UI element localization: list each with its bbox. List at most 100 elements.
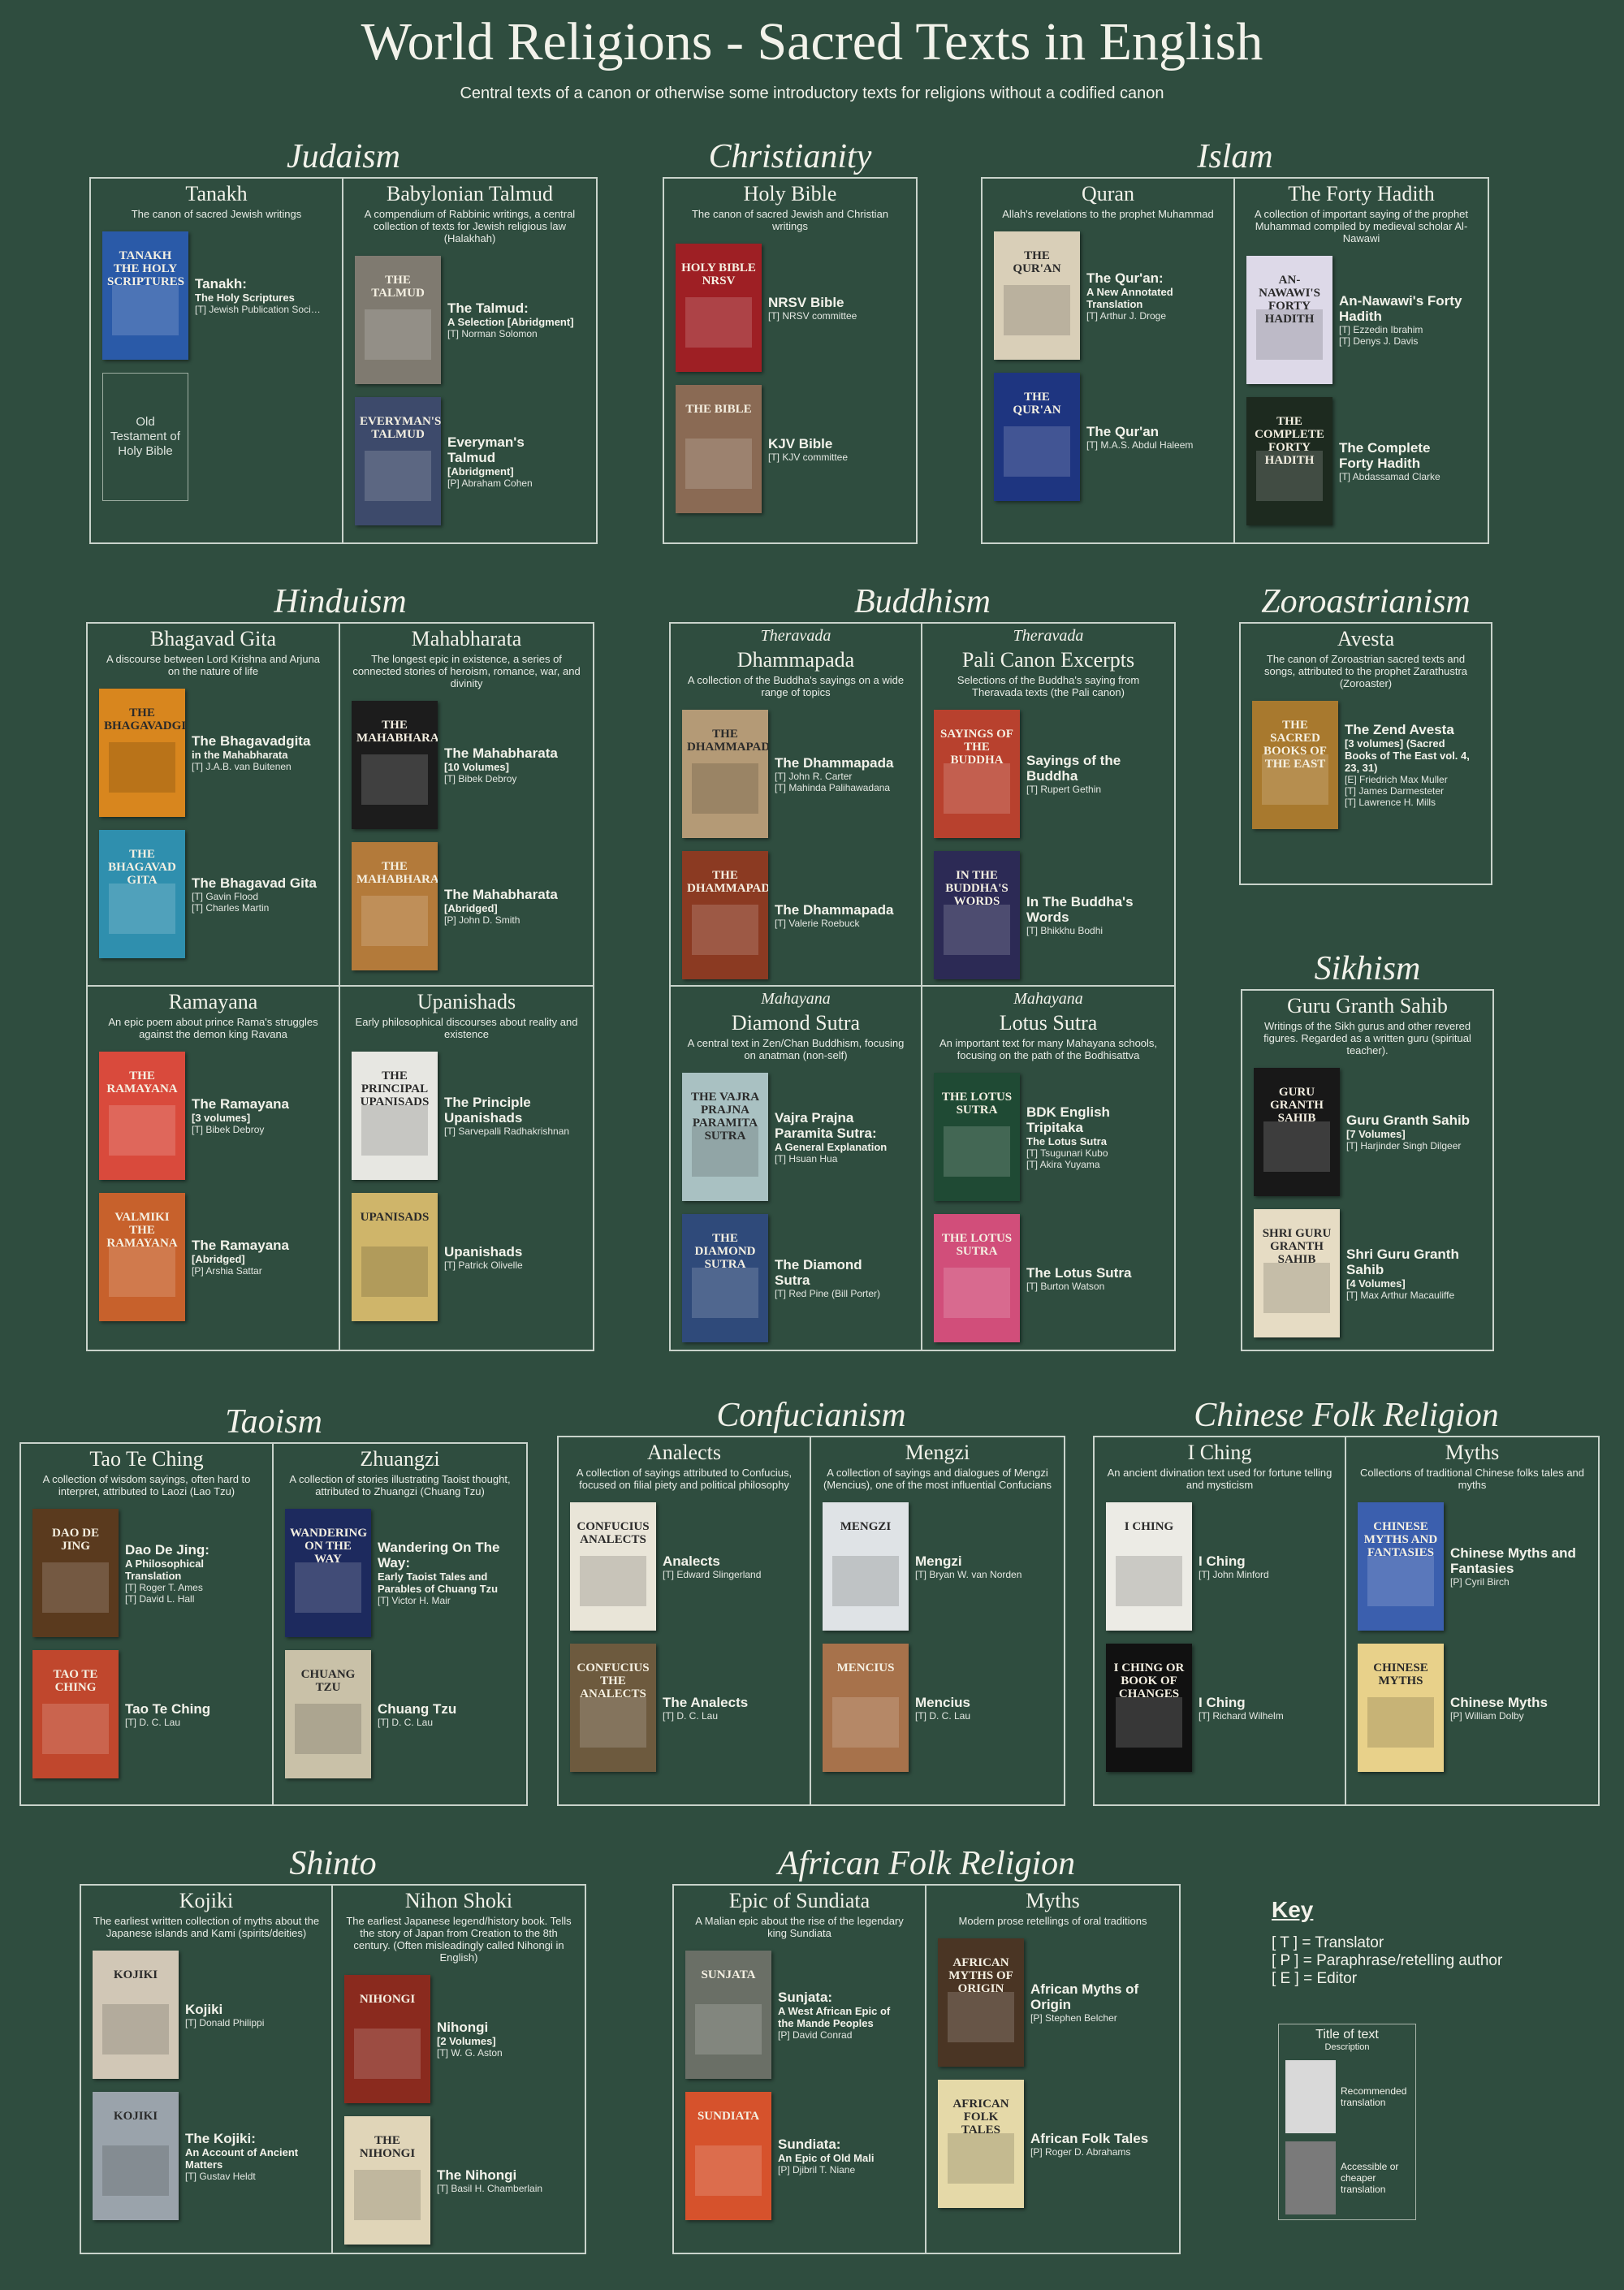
book-cover[interactable]: Sundiata bbox=[685, 2092, 771, 2220]
book-cover[interactable]: Guru Granth Sahib bbox=[1254, 1068, 1340, 1196]
book-cover[interactable]: The Lotus Sutra bbox=[934, 1073, 1020, 1201]
book-title[interactable]: Chuang Tzu bbox=[378, 1701, 505, 1717]
book-title[interactable]: Analects bbox=[663, 1553, 788, 1569]
book-title[interactable]: The Dhammapada bbox=[775, 902, 900, 918]
book-cover[interactable]: Wandering on the Way bbox=[285, 1509, 371, 1637]
book-title[interactable]: Chinese Myths bbox=[1450, 1695, 1577, 1710]
book-cover[interactable]: Everyman's Talmud bbox=[355, 397, 441, 525]
book-title[interactable]: KJV Bible bbox=[768, 436, 895, 452]
book-title[interactable]: Sunjata: bbox=[778, 1990, 904, 2005]
book-title[interactable]: I Ching bbox=[1199, 1553, 1324, 1569]
book-cover[interactable]: In the Buddha's Words bbox=[934, 851, 1020, 979]
book-title[interactable]: Mencius bbox=[915, 1695, 1043, 1710]
book-title[interactable]: Tanakh: bbox=[195, 276, 321, 292]
book-cover[interactable]: African Folk Tales bbox=[938, 2080, 1024, 2208]
book-title[interactable]: The Ramayana bbox=[192, 1238, 317, 1253]
book-title[interactable]: Chinese Myths and Fantasies bbox=[1450, 1545, 1577, 1576]
book-cover[interactable]: An-Nawawi's Forty Hadith bbox=[1246, 256, 1332, 384]
book-title[interactable]: An-Nawawi's Forty Hadith bbox=[1339, 293, 1466, 324]
book-cover[interactable]: I Ching or book of changes bbox=[1106, 1644, 1192, 1772]
book-cover[interactable]: Tao Te Ching bbox=[32, 1650, 119, 1778]
book-cover[interactable]: Mengzi bbox=[823, 1502, 909, 1631]
book-title[interactable]: BDK English Tripitaka bbox=[1026, 1104, 1153, 1135]
book-cover[interactable]: The Lotus Sutra bbox=[934, 1214, 1020, 1342]
book-cover[interactable]: Chuang Tzu bbox=[285, 1650, 371, 1778]
book-cover[interactable]: The Dhammapada bbox=[682, 710, 768, 838]
book-cover[interactable]: The Bhagavadgita bbox=[99, 689, 185, 817]
book-cover[interactable]: I Ching bbox=[1106, 1502, 1192, 1631]
book-cover[interactable]: The Principal Upanisads bbox=[352, 1052, 438, 1180]
book-title[interactable]: Dao De Jing: bbox=[125, 1542, 251, 1558]
book-title[interactable]: The Analects bbox=[663, 1695, 788, 1710]
book-title[interactable]: The Talmud: bbox=[447, 300, 575, 316]
book-cover[interactable]: The Bhagavad Gita bbox=[99, 830, 185, 958]
book-title[interactable]: The Mahabharata bbox=[444, 887, 572, 902]
book-title[interactable]: The Qur'an bbox=[1086, 424, 1212, 439]
book-title[interactable]: The Diamond Sutra bbox=[775, 1257, 900, 1288]
book-title[interactable]: The Zend Avesta bbox=[1345, 722, 1470, 737]
book-cover[interactable]: Holy Bible NRSV bbox=[676, 244, 762, 372]
book-cover[interactable]: The Nihongi bbox=[344, 2116, 430, 2245]
book-title[interactable]: The Bhagavad Gita bbox=[192, 875, 317, 891]
book-cover[interactable]: Dao De Jing bbox=[32, 1509, 119, 1637]
religion-title: Taoism bbox=[225, 1403, 322, 1441]
book-title[interactable]: NRSV Bible bbox=[768, 295, 895, 310]
book-cover[interactable]: Upanisads bbox=[352, 1193, 438, 1321]
book-cover[interactable]: The Mahabharata bbox=[352, 701, 438, 829]
book-title[interactable]: Shri Guru Granth Sahib bbox=[1346, 1247, 1471, 1277]
book-cover[interactable]: Kojiki bbox=[93, 2092, 179, 2220]
book-title[interactable]: Sundiata: bbox=[778, 2137, 904, 2152]
book-title[interactable]: Upanishads bbox=[444, 1244, 572, 1260]
book-cover[interactable]: Chinese Myths bbox=[1358, 1644, 1444, 1772]
book-cover[interactable]: Sunjata bbox=[685, 1951, 771, 2079]
book-cover[interactable]: Confucius The Analects bbox=[570, 1644, 656, 1772]
book-title[interactable]: Kojiki bbox=[185, 2002, 310, 2017]
book-title[interactable]: Tao Te Ching bbox=[125, 1701, 251, 1717]
book-title[interactable]: Wandering On The Way: bbox=[378, 1540, 505, 1571]
book-cover[interactable]: The Dhammapada bbox=[682, 851, 768, 979]
book-cover[interactable]: The Diamond Sutra bbox=[682, 1214, 768, 1342]
book-title[interactable]: The Mahabharata bbox=[444, 745, 572, 761]
book-cover[interactable]: Valmiki The Ramayana bbox=[99, 1193, 185, 1321]
book-cover[interactable]: Confucius Analects bbox=[570, 1502, 656, 1631]
book-title[interactable]: Guru Granth Sahib bbox=[1346, 1113, 1471, 1128]
book-cover[interactable]: Shri Guru Granth Sahib bbox=[1254, 1209, 1340, 1337]
book-title[interactable]: In The Buddha's Words bbox=[1026, 894, 1153, 925]
book-title[interactable]: African Myths of Origin bbox=[1030, 1981, 1158, 2012]
book-title[interactable]: The Complete Forty Hadith bbox=[1339, 440, 1466, 471]
book-cover[interactable]: African Myths of Origin bbox=[938, 1938, 1024, 2067]
book-title[interactable]: The Kojiki: bbox=[185, 2131, 310, 2146]
book-title[interactable]: The Ramayana bbox=[192, 1096, 317, 1112]
book-title[interactable]: Mengzi bbox=[915, 1553, 1043, 1569]
book-cover[interactable]: The Bible bbox=[676, 385, 762, 513]
book-title[interactable]: The Qur'an: bbox=[1086, 270, 1212, 286]
book-title[interactable]: The Lotus Sutra bbox=[1026, 1265, 1153, 1281]
book-cover[interactable]: Mencius bbox=[823, 1644, 909, 1772]
book-title[interactable]: Everyman's Talmud bbox=[447, 434, 575, 465]
book-title[interactable]: Sayings of the Buddha bbox=[1026, 753, 1153, 784]
book-cover[interactable]: The Qur'an bbox=[994, 231, 1080, 360]
book-title[interactable]: The Nihongi bbox=[437, 2167, 564, 2183]
book-cover[interactable]: The Ramayana bbox=[99, 1052, 185, 1180]
book-entry: Everyman's Talmud Everyman's Talmud [Abrid… bbox=[355, 397, 596, 525]
credit-line: [P] John D. Smith bbox=[444, 914, 520, 926]
book-cover[interactable]: The Sacred Books of the East bbox=[1252, 701, 1338, 829]
book-cover[interactable]: Tanakh The Holy Scriptures bbox=[102, 231, 188, 360]
book-title[interactable]: Nihongi bbox=[437, 2020, 564, 2035]
book-cover[interactable]: The Talmud bbox=[355, 256, 441, 384]
book-cover[interactable]: The Qur'an bbox=[994, 373, 1080, 501]
book-cover[interactable]: Chinese Myths and Fantasies bbox=[1358, 1502, 1444, 1631]
book-cover[interactable]: Kojiki bbox=[93, 1951, 179, 2079]
book-title[interactable]: Vajra Prajna Paramita Sutra: bbox=[775, 1110, 900, 1141]
book-cover[interactable]: The Mahabharata bbox=[352, 842, 438, 970]
book-title[interactable]: The Dhammapada bbox=[775, 755, 900, 771]
book-cover[interactable]: Sayings of the Buddha bbox=[934, 710, 1020, 838]
book-title[interactable]: African Folk Tales bbox=[1030, 2131, 1158, 2146]
book-title[interactable]: The Bhagavadgita bbox=[192, 733, 317, 749]
book-title[interactable]: The Principle Upanishads bbox=[444, 1095, 572, 1126]
book-cover[interactable]: The Complete Forty Hadith bbox=[1246, 397, 1332, 525]
book-cover[interactable]: Nihongi bbox=[344, 1975, 430, 2103]
book-title[interactable]: I Ching bbox=[1199, 1695, 1324, 1710]
cover-title: Tao Te Ching bbox=[53, 1668, 98, 1694]
book-cover[interactable]: The Vajra Prajna Paramita Sutra bbox=[682, 1073, 768, 1201]
